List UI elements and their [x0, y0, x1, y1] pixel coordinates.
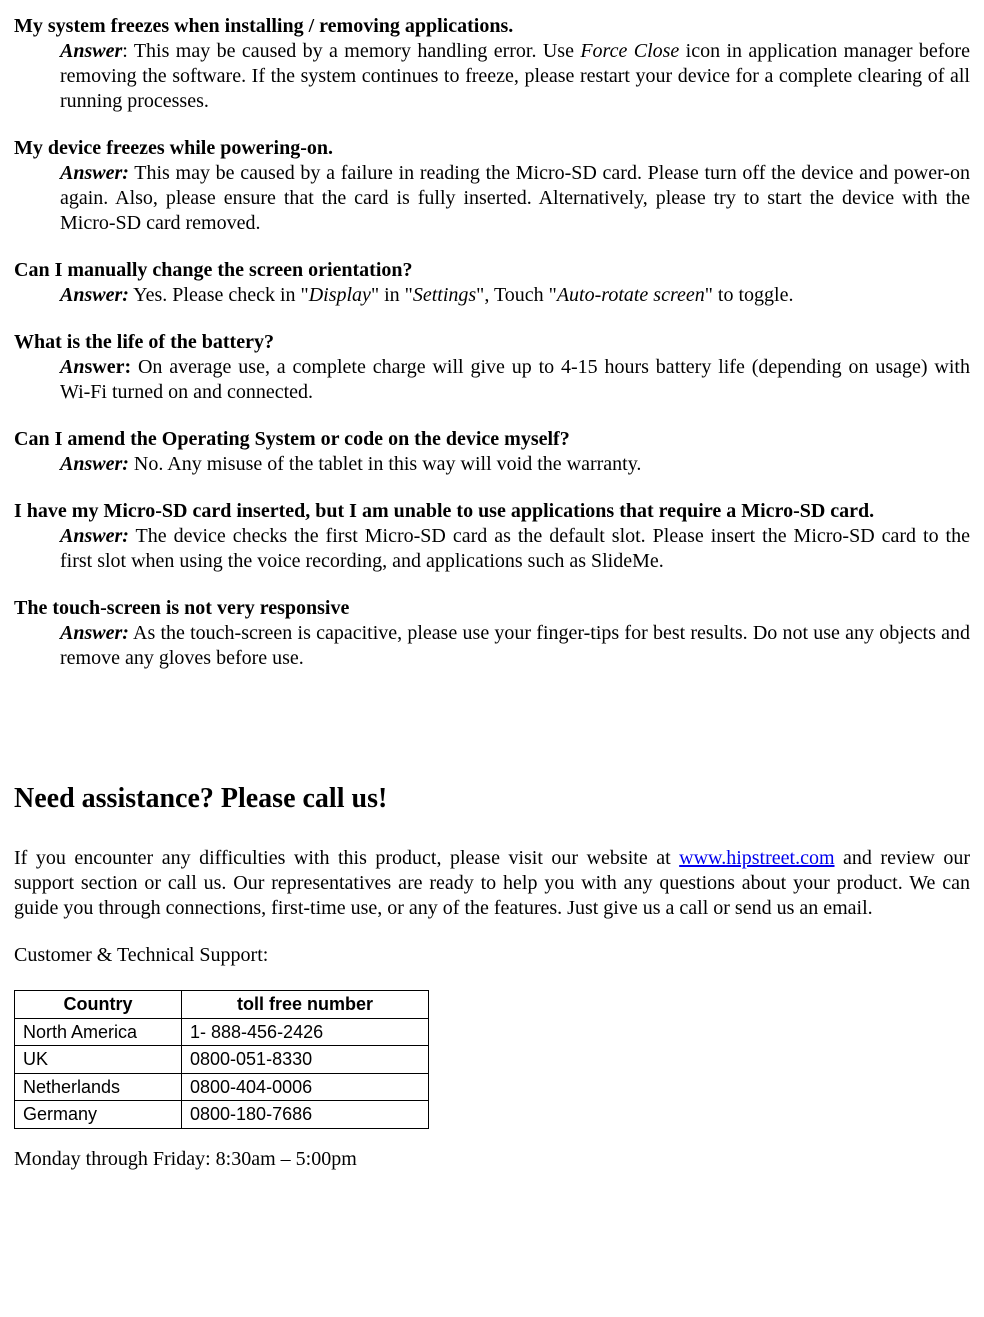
answer-text-part: : This may be caused by a memory handlin… [122, 40, 580, 62]
answer-text-part: " to toggle. [705, 284, 794, 306]
answer-label: Answer: [60, 525, 129, 547]
answer-label: Answer: [60, 453, 129, 475]
answer-text-part: Yes. Please check in " [129, 284, 309, 306]
faq-question: What is the life of the battery? [14, 330, 970, 355]
support-hours: Monday through Friday: 8:30am – 5:00pm [14, 1147, 970, 1172]
support-label: Customer & Technical Support: [14, 943, 970, 968]
answer-label: Answer: [60, 622, 129, 644]
answer-text: No. Any misuse of the tablet in this way… [129, 453, 642, 475]
answer-label: Answer: [60, 356, 131, 378]
faq-answer: Answer: This may be caused by a memory h… [60, 39, 970, 114]
faq-question: The touch-screen is not very responsive [14, 596, 970, 621]
table-cell-number: 0800-180-7686 [182, 1101, 429, 1129]
website-link[interactable]: www.hipstreet.com [679, 847, 834, 869]
answer-text-part: ", Touch " [476, 284, 557, 306]
answer-text-italic: Auto-rotate screen [557, 284, 705, 306]
answer-text: The device checks the first Micro-SD car… [60, 525, 970, 572]
table-header-number: toll free number [182, 991, 429, 1019]
faq-question: I have my Micro-SD card inserted, but I … [14, 499, 970, 524]
faq-answer: Answer: Yes. Please check in "Display" i… [60, 283, 970, 308]
assist-text: If you encounter any difficulties with t… [14, 847, 679, 869]
answer-text-part: " in " [371, 284, 413, 306]
answer-label: Answer [60, 40, 122, 62]
answer-label: Answer: [60, 162, 129, 184]
faq-answer: Answer: On average use, a complete charg… [60, 355, 970, 405]
table-row: Germany 0800-180-7686 [15, 1101, 429, 1129]
answer-text: This may be caused by a failure in readi… [60, 162, 970, 234]
faq-question: My system freezes when installing / remo… [14, 14, 970, 39]
assist-paragraph: If you encounter any difficulties with t… [14, 846, 970, 921]
table-row: UK 0800-051-8330 [15, 1046, 429, 1074]
table-cell-country: UK [15, 1046, 182, 1074]
table-header-country: Country [15, 991, 182, 1019]
table-cell-number: 0800-404-0006 [182, 1073, 429, 1101]
table-cell-number: 0800-051-8330 [182, 1046, 429, 1074]
faq-answer: Answer: This may be caused by a failure … [60, 161, 970, 236]
faq-answer: Answer: No. Any misuse of the tablet in … [60, 452, 970, 477]
faq-answer: Answer: The device checks the first Micr… [60, 524, 970, 574]
table-header-row: Country toll free number [15, 991, 429, 1019]
table-cell-country: Netherlands [15, 1073, 182, 1101]
faq-question: My device freezes while powering-on. [14, 136, 970, 161]
table-cell-number: 1- 888-456-2426 [182, 1018, 429, 1046]
faq-question: Can I amend the Operating System or code… [14, 427, 970, 452]
answer-text-italic: Display [309, 284, 371, 306]
assist-heading: Need assistance? Please call us! [14, 781, 970, 816]
table-cell-country: Germany [15, 1101, 182, 1129]
support-table: Country toll free number North America 1… [14, 990, 429, 1129]
answer-text-italic: Force Close [580, 40, 679, 62]
table-row: North America 1- 888-456-2426 [15, 1018, 429, 1046]
table-row: Netherlands 0800-404-0006 [15, 1073, 429, 1101]
table-cell-country: North America [15, 1018, 182, 1046]
answer-text: On average use, a complete charge will g… [60, 356, 970, 403]
answer-text: As the touch-screen is capacitive, pleas… [60, 622, 970, 669]
faq-answer: Answer: As the touch-screen is capacitiv… [60, 621, 970, 671]
faq-question: Can I manually change the screen orienta… [14, 258, 970, 283]
answer-label: Answer: [60, 284, 129, 306]
answer-text-italic: Settings [413, 284, 476, 306]
